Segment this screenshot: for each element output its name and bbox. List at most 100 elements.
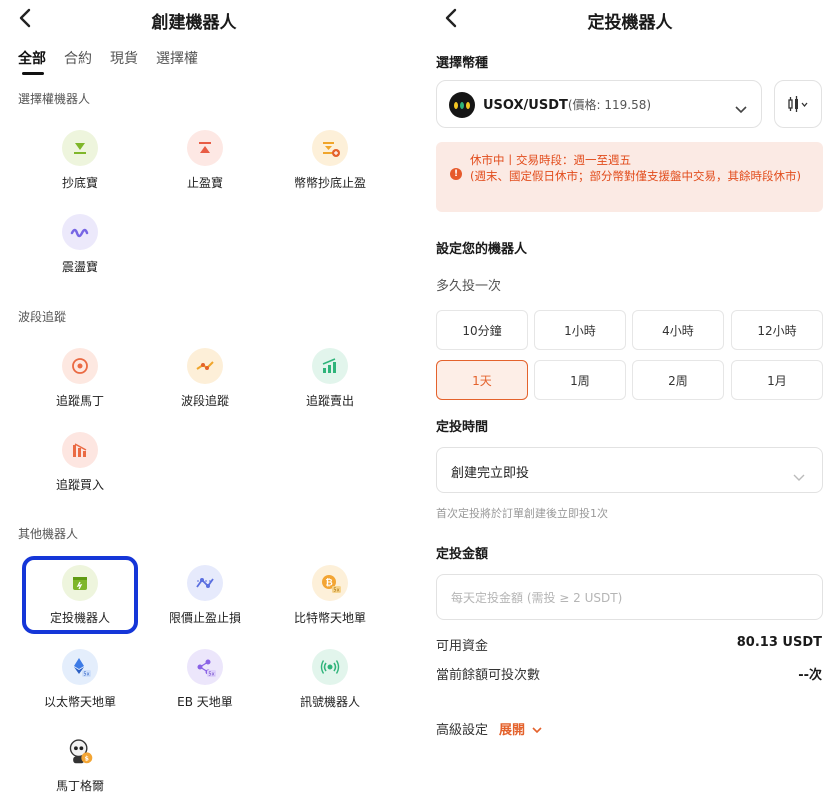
bot-tile-bottom-fishing[interactable]: 抄底寶 xyxy=(25,130,135,200)
bot-tile-label: 定投機器人 xyxy=(49,611,110,625)
active-tab-indicator xyxy=(22,72,44,75)
tab-futures[interactable]: 合約 xyxy=(64,48,92,68)
time-value: 創建完立即投 xyxy=(451,466,530,481)
ethereum-icon: 5x xyxy=(62,649,98,685)
section-title-swing: 波段追蹤 xyxy=(18,310,67,324)
bar-chart-down-icon xyxy=(62,432,98,468)
bot-tile-signal[interactable]: 訊號機器人 xyxy=(275,649,385,719)
interval-label: 多久投一次 xyxy=(436,279,502,294)
bot-tile-limit-tp-sl[interactable]: 限價止盈止損 xyxy=(150,565,260,635)
info-icon: ! xyxy=(450,168,462,180)
bot-tile-label: 幣幣抄底止盈 xyxy=(293,176,366,190)
interval-12h[interactable]: 12小時 xyxy=(731,310,823,350)
svg-text:₿: ₿ xyxy=(325,578,332,589)
expand-label: 展開 xyxy=(499,723,526,738)
chevron-down-icon xyxy=(735,99,747,118)
chart-toggle-button[interactable] xyxy=(774,80,822,128)
candlestick-icon xyxy=(788,96,808,112)
bot-tile-label: 追蹤買入 xyxy=(55,478,104,492)
create-bot-panel: 創建機器人 全部 合約 現貨 選擇權 選擇權機器人 抄底寶 止盈寶 幣幣抄底止盈… xyxy=(0,0,388,807)
available-funds-value: 80.13 USDT xyxy=(736,635,822,650)
arrow-down-icon xyxy=(62,130,98,166)
trend-line-icon xyxy=(187,348,223,384)
bot-tile-label: 震盪寶 xyxy=(61,260,98,274)
bot-tile-label: 追蹤賣出 xyxy=(305,394,354,408)
bot-tile-dca[interactable]: 定投機器人 xyxy=(25,565,135,635)
interval-10min[interactable]: 10分鐘 xyxy=(436,310,528,350)
bot-tile-label: 馬丁格爾 xyxy=(55,779,104,793)
pair-selector[interactable]: USOX/USDT(價格: 119.58) xyxy=(436,80,762,128)
bot-tile-swing-trailing[interactable]: 波段追蹤 xyxy=(150,348,260,418)
warning-line-1: 休市中丨交易時段：週一至週五 xyxy=(470,153,631,167)
time-label: 定投時間 xyxy=(436,420,489,435)
bot-tile-label: 止盈寶 xyxy=(186,176,223,190)
interval-1m[interactable]: 1月 xyxy=(731,360,823,400)
available-funds-label: 可用資金 xyxy=(436,639,489,654)
time-hint: 首次定投將於訂單創建後立即投1次 xyxy=(436,507,608,520)
bot-tile-oscillation[interactable]: 震盪寶 xyxy=(25,214,135,284)
bot-tile-label: 限價止盈止損 xyxy=(168,611,241,625)
bar-chart-up-icon xyxy=(312,348,348,384)
settings-label: 設定您的機器人 xyxy=(436,242,528,257)
signal-icon xyxy=(312,649,348,685)
robot-mascot-icon: $ xyxy=(62,733,98,769)
bot-tile-coin-bottom-take-profit[interactable]: 幣幣抄底止盈 xyxy=(275,130,385,200)
tab-spot[interactable]: 現貨 xyxy=(110,48,138,68)
nodes-icon: 5x xyxy=(187,649,223,685)
time-selector[interactable]: 創建完立即投 xyxy=(436,447,823,493)
amount-field xyxy=(436,574,823,620)
zigzag-icon xyxy=(187,565,223,601)
bot-tile-label: 以太幣天地單 xyxy=(43,695,116,709)
expand-link[interactable]: 展開 xyxy=(499,719,542,738)
warning-line-2: (週末、國定假日休市；部分幣對僅支援盤中交易，其餘時段休市) xyxy=(470,169,801,183)
bot-tile-trailing-buy[interactable]: 追蹤買入 xyxy=(25,432,135,502)
bot-tile-label: EB 天地單 xyxy=(177,695,233,709)
calendar-icon xyxy=(62,565,98,601)
bot-tile-label: 比特幣天地單 xyxy=(293,611,366,625)
bot-tile-martingale[interactable]: $ 馬丁格爾 xyxy=(25,733,135,803)
swap-arrows-icon xyxy=(312,130,348,166)
dca-bot-panel: 定投機器人 選擇幣種 USOX/USDT(價格: 119.58) ! 休市中丨交… xyxy=(424,0,836,807)
tab-options[interactable]: 選擇權 xyxy=(156,48,198,68)
bot-tile-take-profit[interactable]: 止盈寶 xyxy=(150,130,260,200)
bot-tile-trailing-sell[interactable]: 追蹤賣出 xyxy=(275,348,385,418)
bitcoin-icon: ₿ 5x xyxy=(312,565,348,601)
bot-tile-label: 波段追蹤 xyxy=(180,394,229,408)
wave-icon xyxy=(62,214,98,250)
interval-1d[interactable]: 1天 xyxy=(436,360,528,400)
pair-price: (價格: 119.58) xyxy=(567,98,652,112)
bot-tile-eth-heaven-earth[interactable]: 5x 以太幣天地單 xyxy=(25,649,135,719)
svg-text:5x: 5x xyxy=(83,672,89,678)
section-title-other: 其他機器人 xyxy=(18,527,79,541)
svg-text:$: $ xyxy=(85,756,89,763)
pair-symbol: USOX/USDT xyxy=(483,98,568,113)
bot-tile-eb-heaven-earth[interactable]: 5x EB 天地單 xyxy=(150,649,260,719)
bot-tile-label: 訊號機器人 xyxy=(299,695,360,709)
bot-tile-label: 抄底寶 xyxy=(61,176,98,190)
interval-4h[interactable]: 4小時 xyxy=(632,310,724,350)
bot-tile-btc-heaven-earth[interactable]: ₿ 5x 比特幣天地單 xyxy=(275,565,385,635)
amount-label: 定投金額 xyxy=(436,547,489,562)
tab-all[interactable]: 全部 xyxy=(18,48,46,68)
section-title-options: 選擇權機器人 xyxy=(18,92,91,106)
arrow-up-icon xyxy=(187,130,223,166)
page-title: 定投機器人 xyxy=(587,13,673,33)
svg-text:5x: 5x xyxy=(333,588,339,594)
chevron-down-icon xyxy=(793,467,805,486)
interval-2w[interactable]: 2周 xyxy=(632,360,724,400)
page-title: 創建機器人 xyxy=(151,13,237,33)
amount-input[interactable] xyxy=(451,588,811,608)
bot-tile-label: 追蹤馬丁 xyxy=(55,394,104,408)
remaining-times-label: 當前餘額可投次數 xyxy=(436,668,541,683)
chevron-down-icon xyxy=(531,727,542,734)
select-coin-label: 選擇幣種 xyxy=(436,56,489,71)
advanced-settings-label: 高級設定 xyxy=(436,723,489,738)
bot-tile-trailing-martingale[interactable]: 追蹤馬丁 xyxy=(25,348,135,418)
svg-text:5x: 5x xyxy=(208,672,214,678)
target-icon xyxy=(62,348,98,384)
interval-1w[interactable]: 1周 xyxy=(534,360,626,400)
market-closed-banner: ! 休市中丨交易時段：週一至週五 (週末、國定假日休市；部分幣對僅支援盤中交易，… xyxy=(436,142,823,212)
interval-1h[interactable]: 1小時 xyxy=(534,310,626,350)
coin-logo-icon xyxy=(449,92,475,118)
remaining-times-value: --次 xyxy=(798,668,822,683)
